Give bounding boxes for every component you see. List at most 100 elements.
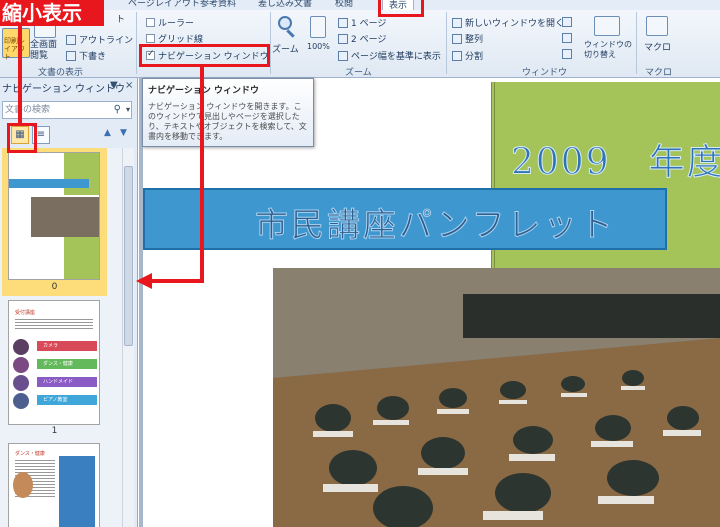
ruler-check-icon [146, 18, 155, 27]
thumb-text-lines [15, 317, 93, 331]
split-button[interactable]: 分割 [452, 49, 483, 62]
thumb-circle-icon [13, 357, 29, 373]
next-arrow-icon[interactable]: ▼ [120, 128, 127, 138]
thumbnail-page-0[interactable]: 0 [2, 148, 107, 296]
annotation-connector [150, 279, 204, 283]
annotation-box-view-tab [378, 0, 424, 17]
classroom-photo [273, 268, 720, 527]
document-title: 市民講座パンフレット [255, 205, 616, 245]
new-window-icon [452, 17, 462, 28]
doc-views-group-label: 文書の表示 [38, 68, 84, 78]
macro-icon[interactable] [646, 16, 668, 36]
hundred-percent-icon[interactable] [310, 16, 326, 38]
hundred-percent-label: 100% [307, 42, 330, 51]
page-thumbnail-image: ダンス・健康 [8, 443, 100, 527]
search-dropdown-icon[interactable]: ▾ [126, 102, 130, 118]
search-placeholder: 文書の検索 [5, 105, 51, 115]
page-number: 1 [51, 426, 58, 436]
switch-windows-icon[interactable] [594, 16, 620, 36]
thumb-title-band [9, 179, 89, 188]
print-layout-button[interactable]: 印刷レイアウト [2, 28, 30, 61]
previous-arrow-icon[interactable]: ▲ [104, 128, 111, 138]
switch-windows-label[interactable]: ウィンドウの切り替え [584, 40, 632, 60]
annotation-connector [200, 67, 204, 282]
magnifier-handle [286, 29, 295, 38]
classroom-illustration [273, 268, 720, 527]
tab-references[interactable]: 参考資料 [200, 0, 236, 9]
results-list-icon: ≡ [36, 129, 46, 140]
tab-review[interactable]: 校閲 [335, 0, 353, 9]
draft-button[interactable]: 下書き [66, 49, 106, 62]
view-side-by-side-icon[interactable] [562, 17, 572, 27]
tooltip-title: ナビゲーション ウィンドウ [148, 86, 259, 96]
outline-button[interactable]: アウトライン [66, 33, 133, 46]
new-window-button[interactable]: 新しいウィンドウを開く [452, 16, 564, 29]
scrollbar-thumb[interactable] [124, 166, 133, 346]
thumb-circle-icon [13, 375, 29, 391]
reset-window-icon[interactable] [562, 49, 572, 59]
one-page-icon [338, 17, 348, 28]
group-divider [446, 12, 447, 74]
arrange-icon [452, 33, 462, 44]
page-thumbnail-image [8, 152, 100, 280]
ribbon: ページレイアウト 参考資料 差し込み文書 校閲 表示 ト 印刷レイアウト 全画面… [0, 0, 720, 78]
ruler-checkbox[interactable]: ルーラー [146, 16, 194, 29]
group-divider [270, 12, 271, 74]
split-icon [452, 50, 462, 61]
two-pages-icon [338, 33, 348, 44]
thumb-heading: 受付講座 [15, 310, 36, 316]
thumb-heading: ダンス・健康 [15, 451, 45, 457]
thumb-photo [31, 197, 99, 237]
page-thumbnail-image: 受付講座 カメラ ダンス・健康 ハンドメイド ピアノ教室 [8, 300, 100, 425]
annotation-arrow-icon [136, 273, 152, 289]
arrange-all-button[interactable]: 整列 [452, 32, 483, 45]
thumb-menu-bar: ハンドメイド [37, 377, 97, 387]
page-width-icon [338, 50, 348, 61]
thumb-menu-bar: ダンス・健康 [37, 359, 97, 369]
thumb-green-block [64, 153, 99, 195]
page-width-button[interactable]: ページ幅を基準に表示 [338, 49, 441, 62]
thumb-circle-icon [13, 393, 29, 409]
annotation-label: 縮小表示 [0, 0, 104, 26]
pane-options-icon[interactable]: ▼ [110, 80, 118, 91]
thumb-circle-icon [13, 339, 29, 355]
zoom-label: ズーム [272, 45, 299, 55]
print-layout-label: 印刷レイアウト [4, 37, 25, 61]
cover-year: 2009 年度 [511, 142, 720, 184]
window-group-label: ウィンドウ [522, 68, 568, 78]
thumb-portrait [13, 472, 33, 498]
tooltip-body: ナビゲーション ウィンドウを開きます。このウィンドウで見出しやページを選択したり… [148, 102, 307, 141]
page-number: 0 [51, 282, 58, 292]
zoom-group-label: ズーム [345, 68, 372, 78]
sync-scroll-icon[interactable] [562, 33, 572, 43]
macro-group-label: マクロ [645, 68, 673, 78]
group-divider [636, 12, 637, 74]
close-icon[interactable]: × [125, 80, 133, 91]
annotation-box-navpane-checkbox [139, 44, 270, 67]
thumbnail-page-2[interactable]: ダンス・健康 [2, 443, 107, 527]
ribbon-tab-row: ページレイアウト 参考資料 差し込み文書 校閲 表示 [0, 0, 720, 11]
thumb-green-block [64, 237, 99, 279]
tab-mailings[interactable]: 差し込み文書 [258, 0, 312, 9]
thumb-menu-bar: カメラ [37, 341, 97, 351]
thumbnail-page-1[interactable]: 受付講座 カメラ ダンス・健康 ハンドメイド ピアノ教室 1 [2, 300, 107, 440]
one-page-button[interactable]: 1 ページ [338, 16, 386, 29]
thumbnails-scrollbar[interactable] [122, 148, 134, 527]
two-pages-button[interactable]: 2 ページ [338, 32, 386, 45]
search-icon[interactable]: ⚲ [114, 102, 121, 118]
outline-icon [66, 34, 76, 45]
draft-icon [66, 50, 76, 61]
thumb-menu-bar: ピアノ教室 [37, 395, 97, 405]
magnifier-icon [278, 16, 292, 30]
macro-button-label[interactable]: マクロ [644, 40, 671, 53]
fullscreen-reading-label: 全画面閲覧 [30, 40, 58, 61]
web-layout-button[interactable]: ト [116, 12, 125, 25]
page-thumbnails: 0 受付講座 カメラ ダンス・健康 ハンドメイド ピアノ教室 1 ダンス・健康 [0, 148, 122, 527]
tab-page-layout[interactable]: ページレイアウト [128, 0, 200, 9]
thumb-side-column [59, 456, 95, 527]
gridlines-check-icon [146, 34, 155, 43]
navigation-pane-tooltip: ナビゲーション ウィンドウ ナビゲーション ウィンドウを開きます。このウィンドウ… [142, 78, 314, 147]
annotation-box-thumbnails-tab [7, 123, 37, 153]
annotation-connector [18, 26, 22, 124]
group-divider [136, 12, 137, 74]
